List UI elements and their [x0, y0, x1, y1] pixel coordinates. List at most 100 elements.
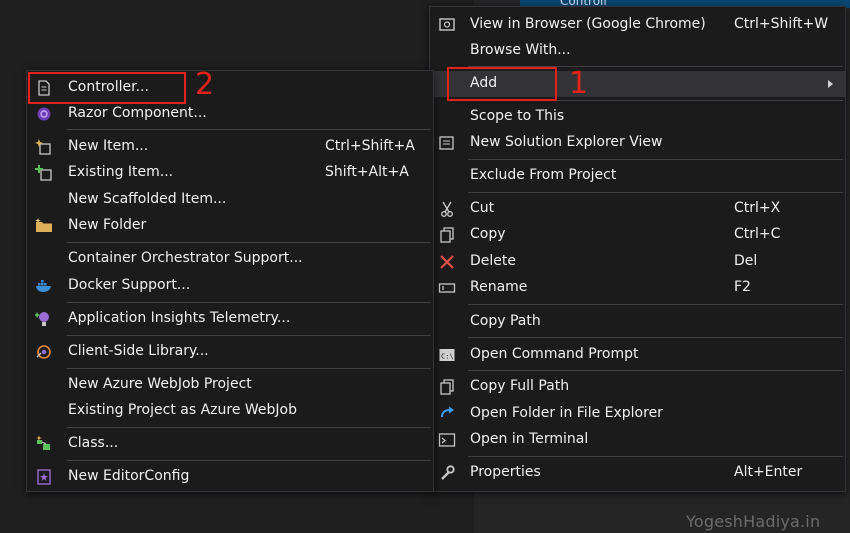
menu-item-open-command-prompt[interactable]: C:\ Open Command Prompt [430, 342, 845, 368]
menu-item-label: Open Folder in File Explorer [470, 405, 663, 421]
menu-item-existing-project-as-azure-webjob[interactable]: Existing Project as Azure WebJob [27, 398, 433, 424]
menu-item-new-folder[interactable]: New Folder [27, 213, 433, 239]
menu-item-properties[interactable]: Properties Alt+Enter [430, 460, 845, 486]
highlight-box-add [447, 67, 557, 101]
menu-item-label: Client-Side Library... [68, 343, 209, 359]
menu-item-label: New Folder [68, 217, 147, 233]
menu-item-label: Razor Component... [68, 105, 207, 121]
menu-separator [67, 242, 431, 243]
new-item-icon [35, 139, 51, 155]
menu-item-label: New EditorConfig [68, 468, 190, 484]
insights-icon [35, 312, 49, 326]
refresh-arrow-icon [441, 406, 454, 418]
menu-item-label: Cut [470, 200, 495, 216]
menu-item-label: Copy Path [470, 313, 541, 329]
menu-separator [67, 302, 431, 303]
editorconfig-icon [37, 469, 51, 485]
svg-text:C:\: C:\ [441, 353, 454, 361]
menu-item-shortcut: Ctrl+C [734, 226, 781, 242]
rename-icon [438, 283, 456, 293]
menu-item-new-solution-explorer-view[interactable]: New Solution Explorer View [430, 130, 845, 156]
menu-item-label: Open in Terminal [470, 431, 589, 447]
menu-item-label: Existing Project as Azure WebJob [68, 402, 297, 418]
menu-separator [67, 129, 431, 130]
scissors-icon [441, 201, 453, 217]
razor-icon [37, 107, 51, 121]
menu-item-label: Rename [470, 279, 528, 295]
menu-item-container-orchestrator-support[interactable]: Container Orchestrator Support... [27, 246, 433, 272]
menu-separator [468, 159, 843, 160]
menu-item-label: Copy Full Path [470, 378, 570, 394]
wrench-icon [441, 465, 455, 480]
add-submenu: Controller... Razor Component... New Ite… [26, 70, 434, 492]
menu-item-new-editorconfig[interactable]: New EditorConfig [27, 464, 433, 490]
menu-item-docker-support[interactable]: Docker Support... [27, 273, 433, 299]
menu-item-label: Docker Support... [68, 277, 191, 293]
menu-item-open-folder-in-file-explorer[interactable]: Open Folder in File Explorer [430, 401, 845, 427]
menu-item-new-scaffolded-item[interactable]: New Scaffolded Item... [27, 187, 433, 213]
menu-item-class[interactable]: Class... [27, 431, 433, 457]
menu-item-shortcut: Ctrl+Shift+A [325, 138, 415, 154]
menu-separator [468, 456, 843, 457]
solution-explorer-icon [439, 136, 454, 150]
menu-item-shortcut: Del [734, 253, 758, 269]
menu-separator [67, 460, 431, 461]
menu-item-shortcut: Alt+Enter [734, 464, 803, 480]
menu-item-label: Existing Item... [68, 164, 174, 180]
step-number-2: 2 [195, 67, 215, 102]
menu-item-copy-full-path[interactable]: Copy Full Path [430, 374, 845, 400]
menu-separator [67, 427, 431, 428]
menu-item-label: Delete [470, 253, 516, 269]
menu-item-cut[interactable]: Cut Ctrl+X [430, 196, 845, 222]
menu-item-application-insights-telemetry[interactable]: Application Insights Telemetry... [27, 306, 433, 332]
menu-item-label: Application Insights Telemetry... [68, 310, 291, 326]
menu-item-copy-path[interactable]: Copy Path [430, 309, 845, 335]
menu-item-label: Browse With... [470, 42, 571, 58]
menu-item-label: New Scaffolded Item... [68, 191, 227, 207]
command-prompt-icon: C:\ [439, 349, 455, 361]
menu-item-label: New Azure WebJob Project [68, 376, 252, 392]
menu-item-label: New Item... [68, 138, 149, 154]
menu-item-copy[interactable]: Copy Ctrl+C [430, 222, 845, 248]
menu-separator [468, 304, 843, 305]
menu-item-label: New Solution Explorer View [470, 134, 663, 150]
menu-separator [468, 337, 843, 338]
menu-separator [67, 335, 431, 336]
menu-item-existing-item[interactable]: Existing Item... Shift+Alt+A [27, 160, 433, 186]
copy-icon [440, 227, 454, 243]
browser-icon [439, 18, 455, 31]
menu-item-new-item[interactable]: New Item... Ctrl+Shift+A [27, 134, 433, 160]
menu-item-shortcut: Shift+Alt+A [325, 164, 409, 180]
step-number-1: 1 [569, 66, 589, 101]
watermark: YogeshHadiya.in [686, 512, 821, 531]
menu-item-shortcut: F2 [734, 279, 751, 295]
menu-item-label: Copy [470, 226, 506, 242]
menu-item-open-in-terminal[interactable]: Open in Terminal [430, 427, 845, 453]
existing-item-icon [35, 165, 52, 181]
menu-item-client-side-library[interactable]: Client-Side Library... [27, 339, 433, 365]
terminal-icon [438, 433, 456, 447]
menu-item-scope-to-this[interactable]: Scope to This [430, 104, 845, 130]
delete-icon [440, 255, 454, 269]
menu-item-rename[interactable]: Rename F2 [430, 275, 845, 301]
menu-item-view-in-browser[interactable]: View in Browser (Google Chrome) Ctrl+Shi… [430, 12, 845, 38]
menu-item-new-azure-webjob-project[interactable]: New Azure WebJob Project [27, 372, 433, 398]
class-icon [36, 435, 50, 450]
menu-item-shortcut: Ctrl+Shift+W [734, 16, 829, 32]
submenu-arrow-icon [828, 80, 833, 88]
menu-separator [468, 192, 843, 193]
menu-separator [67, 368, 431, 369]
menu-item-label: Properties [470, 464, 541, 480]
menu-item-label: Open Command Prompt [470, 346, 639, 362]
menu-separator [468, 370, 843, 371]
menu-item-label: Class... [68, 435, 119, 451]
menu-item-razor-component[interactable]: Razor Component... [27, 101, 433, 127]
menu-item-label: Container Orchestrator Support... [68, 250, 303, 266]
menu-item-exclude-from-project[interactable]: Exclude From Project [430, 163, 845, 189]
copy-icon [440, 379, 454, 395]
menu-item-browse-with[interactable]: Browse With... [430, 38, 845, 64]
menu-item-delete[interactable]: Delete Del [430, 249, 845, 275]
highlight-box-controller [28, 72, 186, 104]
menu-item-label: Scope to This [470, 108, 565, 124]
docker-icon [36, 280, 51, 292]
